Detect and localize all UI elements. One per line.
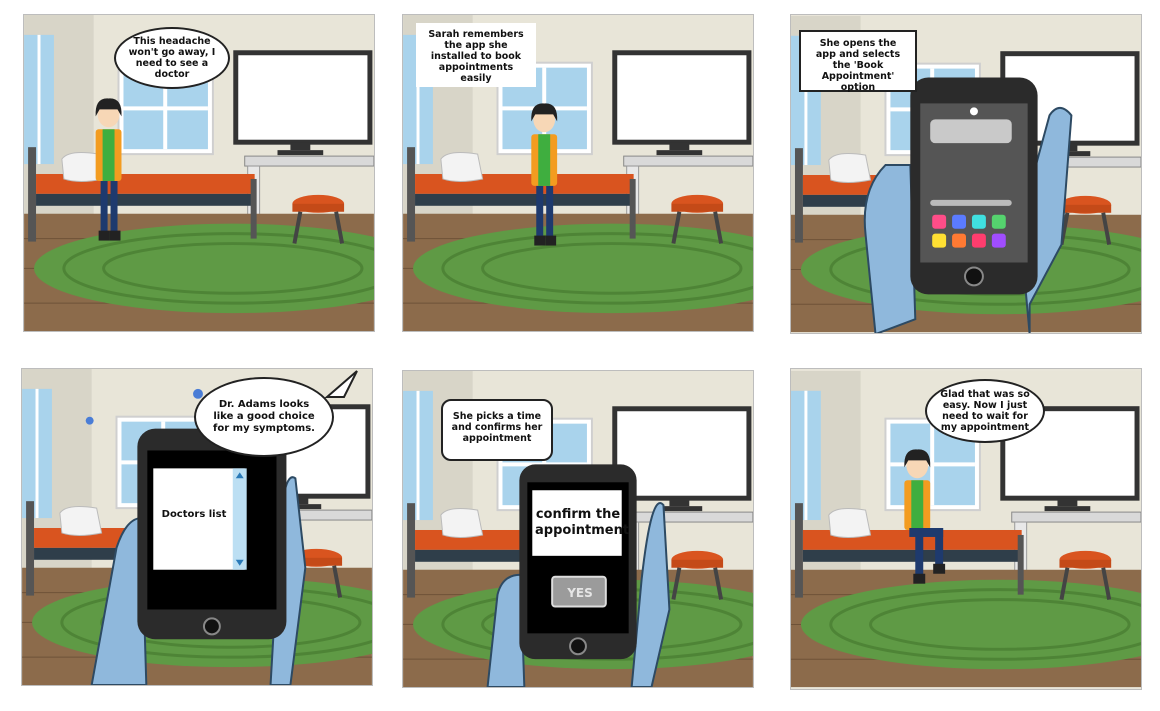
caption-box-3: She opens the app and selects the 'Book … [799, 30, 917, 93]
caption-box-5: She picks a time and confirms her appoin… [441, 399, 553, 461]
confirm-appointment-text: confirm the appointment [535, 507, 630, 538]
comic-panel-3: She opens the app and selects the 'Book … [790, 14, 1142, 334]
speech-bubble-1: This headache won't go away, I need to s… [114, 27, 230, 89]
comic-panel-4: Doctors list Dr. Adams looks like a good… [21, 368, 373, 686]
speech-bubble-6: Glad that was so easy. Now I just need t… [925, 379, 1045, 443]
comic-panel-1: This headache won't go away, I need to s… [23, 14, 375, 332]
home-button-icon [964, 266, 984, 287]
home-button-icon [569, 637, 587, 656]
caption-box-2: Sarah remembers the app she installed to… [416, 23, 536, 87]
comic-panel-6: Glad that was so easy. Now I just need t… [790, 368, 1142, 690]
doctors-list-label[interactable]: Doctors list [154, 509, 234, 520]
speech-tail-icon [324, 370, 358, 398]
comic-panel-5: confirm the appointment YES She picks a … [402, 370, 754, 688]
yes-button[interactable]: YES [555, 586, 605, 600]
home-button-icon [202, 617, 221, 636]
speech-bubble-4: Dr. Adams looks like a good choice for m… [194, 377, 334, 457]
comic-panel-2: Sarah remembers the app she installed to… [402, 14, 754, 332]
